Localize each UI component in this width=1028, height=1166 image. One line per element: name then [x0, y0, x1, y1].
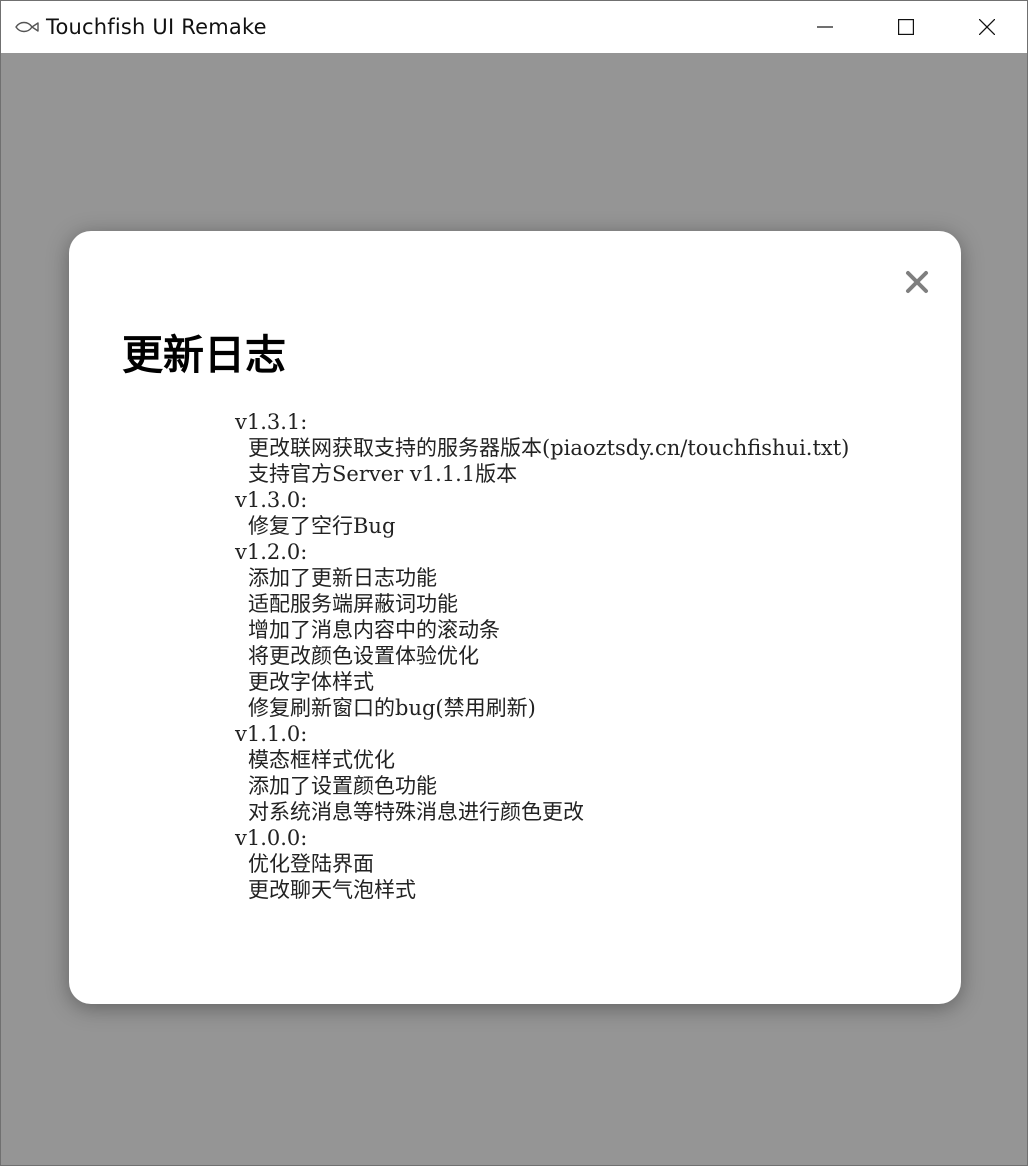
changelog-item: 更改联网获取支持的服务器版本(piaoztsdy.cn/touchfishui.… [248, 436, 850, 460]
minimize-icon [816, 19, 833, 35]
version-heading: v1.3.1: [235, 410, 308, 434]
modal-title: 更新日志 [122, 331, 286, 379]
changelog-item: 添加了更新日志功能 [248, 566, 437, 590]
close-icon [978, 19, 995, 35]
changelog-item: 对系统消息等特殊消息进行颜色更改 [248, 800, 584, 824]
fish-icon [14, 19, 40, 35]
maximize-button[interactable] [865, 1, 946, 53]
modal-overlay[interactable]: 更新日志 v1.3.1: 更改联网获取支持的服务器版本(piaoztsdy.cn… [1, 53, 1027, 1165]
window-title: Touchfish UI Remake [46, 15, 267, 39]
changelog-item: 支持官方Server v1.1.1版本 [248, 462, 518, 486]
changelog-item: 添加了设置颜色功能 [248, 774, 437, 798]
changelog-item: 修复刷新窗口的bug(禁用刷新) [248, 696, 536, 720]
changelog-item: 增加了消息内容中的滚动条 [248, 618, 500, 642]
maximize-icon [897, 19, 914, 35]
version-heading: v1.3.0: [235, 488, 308, 512]
version-heading: v1.2.0: [235, 540, 308, 564]
modal-close-button[interactable] [902, 269, 932, 299]
window-controls [784, 1, 1027, 53]
changelog-modal: 更新日志 v1.3.1: 更改联网获取支持的服务器版本(piaoztsdy.cn… [69, 231, 961, 1004]
version-heading: v1.1.0: [235, 722, 308, 746]
title-bar[interactable]: Touchfish UI Remake [1, 1, 1027, 53]
version-heading: v1.0.0: [235, 826, 308, 850]
changelog-item: 将更改颜色设置体验优化 [248, 644, 479, 668]
changelog-item: 优化登陆界面 [248, 852, 374, 876]
minimize-button[interactable] [784, 1, 865, 53]
changelog-item: 适配服务端屏蔽词功能 [248, 592, 458, 616]
changelog-list: v1.3.1: 更改联网获取支持的服务器版本(piaoztsdy.cn/touc… [235, 409, 849, 903]
close-x-icon [905, 270, 929, 298]
app-window: Touchfish UI Remake 更新日志 v1.3.1: 更改联网获取支… [0, 0, 1028, 1166]
changelog-item: 修复了空行Bug [248, 514, 396, 538]
changelog-item: 更改聊天气泡样式 [248, 878, 416, 902]
changelog-item: 更改字体样式 [248, 670, 374, 694]
close-window-button[interactable] [946, 1, 1027, 53]
changelog-item: 模态框样式优化 [248, 748, 395, 772]
